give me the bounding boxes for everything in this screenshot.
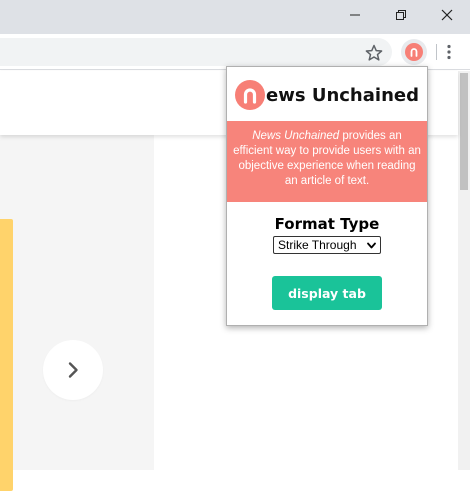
page-left-panel: [0, 135, 154, 491]
news-unchained-extension-button[interactable]: [401, 39, 427, 65]
minimize-icon: [350, 14, 360, 16]
chevron-right-icon: [68, 362, 78, 378]
banner-product-name: News Unchained: [252, 130, 340, 142]
logo-n-glyph: [243, 88, 257, 104]
format-type-select[interactable]: Strike Through: [273, 236, 381, 254]
brand-header: ews Unchained: [227, 77, 427, 113]
news-unchained-extension-icon: [405, 43, 423, 61]
news-unchained-logo: [235, 80, 266, 110]
close-button[interactable]: [424, 0, 470, 30]
page-scrollbar[interactable]: [458, 71, 470, 470]
address-bar[interactable]: [0, 38, 392, 66]
format-type-selected: Strike Through: [278, 238, 357, 252]
brand-name: ews Unchained: [266, 84, 419, 106]
browser-title-bar: [0, 0, 470, 34]
toolbar-divider: [436, 44, 437, 60]
extension-popup: ews Unchained News Unchained provides an…: [226, 66, 428, 326]
scrollbar-thumb[interactable]: [460, 73, 468, 190]
minimize-button[interactable]: [332, 0, 378, 30]
restore-button[interactable]: [378, 0, 424, 30]
chevron-down-icon: [367, 242, 376, 249]
format-type-label: Format Type: [274, 215, 380, 233]
browser-toolbar: [0, 34, 470, 70]
star-icon[interactable]: [364, 43, 384, 63]
kebab-menu-icon[interactable]: [442, 42, 456, 62]
description-banner: News Unchained provides an efficient way…: [227, 121, 427, 202]
display-tab-button[interactable]: display tab: [272, 276, 382, 310]
close-icon: [441, 9, 453, 21]
restore-icon: [396, 10, 406, 20]
yellow-accent-bar: [0, 219, 13, 491]
next-slide-button[interactable]: [43, 340, 103, 400]
